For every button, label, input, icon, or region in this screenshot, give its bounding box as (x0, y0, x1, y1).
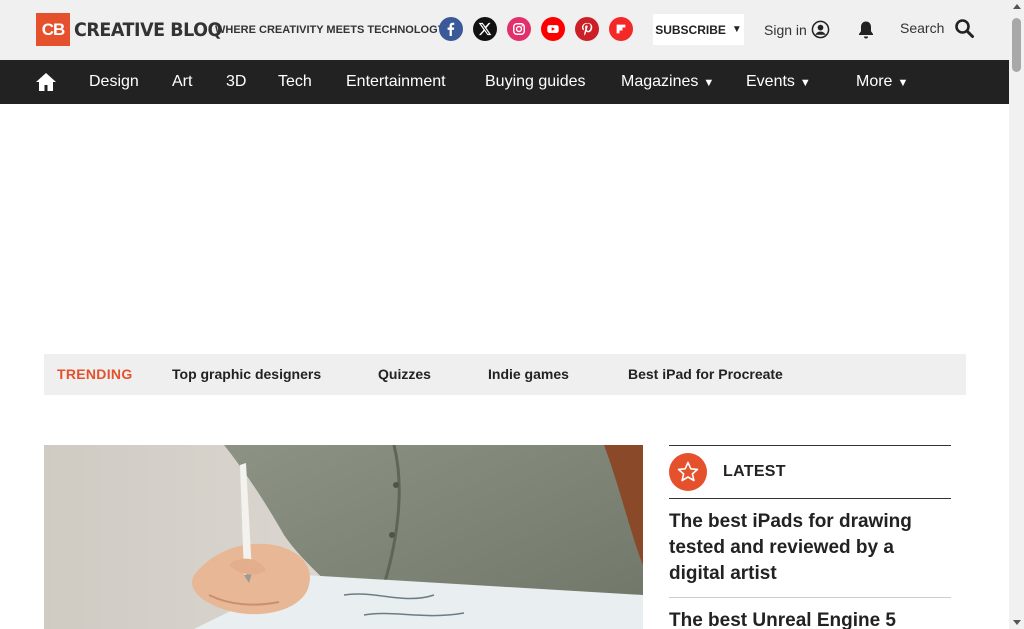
trending-link[interactable]: Best iPad for Procreate (628, 354, 783, 395)
page-scrollbar[interactable] (1009, 0, 1024, 629)
pinterest-icon[interactable] (575, 17, 599, 41)
scroll-down-arrow-icon[interactable] (1013, 620, 1021, 625)
caret-down-icon: ▼ (731, 24, 742, 35)
nav-label: Art (172, 73, 193, 90)
caret-down-icon: ▼ (703, 77, 715, 89)
nav-label: 3D (226, 73, 247, 90)
facebook-icon[interactable] (439, 17, 463, 41)
nav-item-art[interactable]: Art (172, 60, 192, 104)
search-button[interactable]: Search (900, 18, 975, 38)
site-header: CB CREATIVE BLOQ WHERE CREATIVITY MEETS … (0, 0, 1009, 60)
star-icon (669, 453, 707, 491)
nav-label: More (856, 73, 893, 90)
subscribe-button[interactable]: SUBSCRIBE ▼ (653, 14, 744, 45)
notification-bell-icon[interactable] (857, 20, 875, 40)
latest-title: LATEST (723, 463, 786, 480)
logo-wordmark: CREATIVE BLOQ (74, 18, 222, 41)
youtube-icon[interactable] (541, 17, 565, 41)
nav-item-entertainment[interactable]: Entertainment (346, 60, 446, 104)
hero-article-image[interactable] (44, 445, 643, 629)
scroll-up-arrow-icon[interactable] (1013, 4, 1021, 9)
scrollbar-thumb[interactable] (1012, 18, 1021, 72)
caret-down-icon: ▼ (897, 77, 909, 89)
nav-item-events[interactable]: Events ▼ (746, 60, 811, 104)
instagram-icon[interactable] (507, 17, 531, 41)
trending-link[interactable]: Top graphic designers (172, 354, 321, 395)
latest-article-link[interactable]: The best iPads for drawing tested and re… (669, 499, 951, 598)
nav-label: Design (89, 73, 139, 90)
social-links (439, 17, 633, 41)
advertisement-slot (0, 104, 1009, 354)
subscribe-label: SUBSCRIBE (655, 22, 726, 37)
nav-label: Entertainment (346, 73, 446, 90)
trending-bar: TRENDING Top graphic designers Quizzes I… (44, 354, 966, 395)
trending-link[interactable]: Indie games (488, 354, 569, 395)
flipboard-icon[interactable] (609, 17, 633, 41)
nav-item-tech[interactable]: Tech (278, 60, 312, 104)
latest-header: LATEST (669, 445, 951, 499)
search-icon (955, 19, 975, 38)
home-icon[interactable] (35, 71, 57, 93)
logo-badge: CB (36, 13, 70, 46)
nav-item-design[interactable]: Design (89, 60, 139, 104)
site-logo[interactable]: CB CREATIVE BLOQ (36, 13, 235, 46)
user-account-icon (811, 20, 830, 39)
sign-in-label: Sign in (764, 21, 807, 38)
caret-down-icon: ▼ (799, 77, 811, 89)
nav-item-3d[interactable]: 3D (226, 60, 246, 104)
search-label: Search (900, 20, 945, 36)
trending-label: TRENDING (57, 366, 133, 382)
nav-label: Tech (278, 73, 312, 90)
nav-item-buying-guides[interactable]: Buying guides (485, 60, 586, 104)
main-navigation: Design Art 3D Tech Entertainment Buying … (0, 60, 1009, 104)
latest-article-link[interactable]: The best Unreal Engine 5 (669, 598, 951, 629)
nav-label: Buying guides (485, 73, 586, 90)
latest-articles-panel: LATEST The best iPads for drawing tested… (669, 445, 951, 629)
nav-item-magazines[interactable]: Magazines ▼ (621, 60, 714, 104)
sign-in-button[interactable]: Sign in (764, 20, 830, 39)
site-tagline: WHERE CREATIVITY MEETS TECHNOLOGY (215, 24, 445, 36)
nav-item-more[interactable]: More ▼ (856, 60, 908, 104)
trending-link[interactable]: Quizzes (378, 354, 431, 395)
nav-label: Events (746, 73, 795, 90)
nav-label: Magazines (621, 73, 699, 90)
x-icon[interactable] (473, 17, 497, 41)
